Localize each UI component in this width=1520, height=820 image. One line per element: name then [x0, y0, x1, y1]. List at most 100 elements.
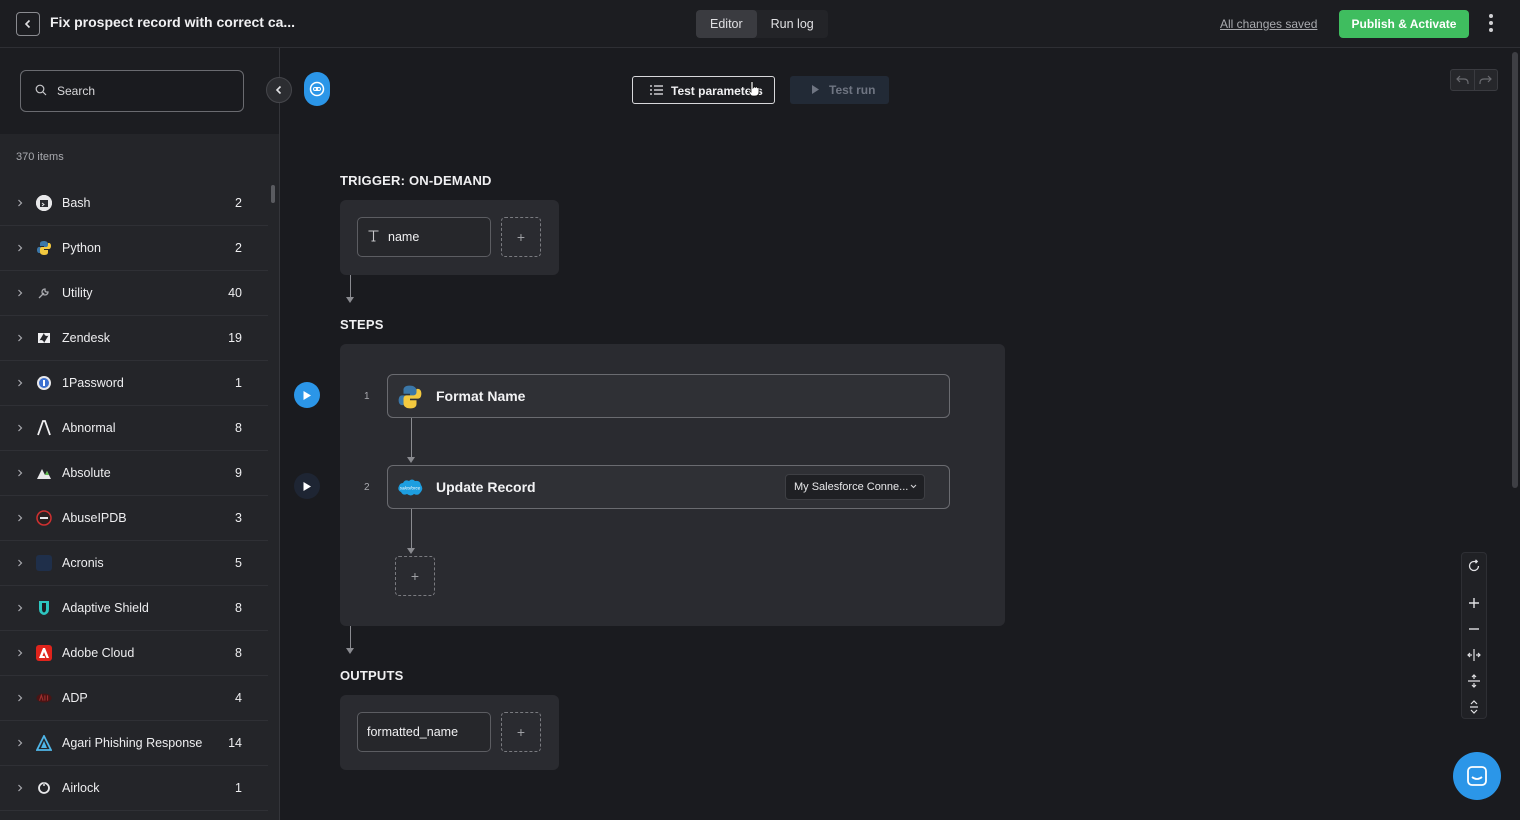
- step-card-update-record[interactable]: salesforce Update Record My Salesforce C…: [387, 465, 950, 509]
- trigger-card: name +: [340, 200, 559, 275]
- zendesk-logo: [36, 330, 52, 346]
- save-status-link[interactable]: All changes saved: [1220, 17, 1317, 31]
- chevron-right-icon: [18, 424, 23, 432]
- connector-line: [411, 418, 412, 457]
- list-item-adaptive-shield[interactable]: Adaptive Shield 8: [0, 586, 268, 631]
- integration-list: Bash 2 Python 2 Utility 40 Zendesk 19 1P…: [0, 181, 268, 811]
- connector-arrow: [407, 548, 415, 554]
- chevron-right-icon: [18, 649, 23, 657]
- integration-count: 40: [228, 286, 242, 300]
- list-item-acronis[interactable]: Acronis 5: [0, 541, 268, 586]
- search-area: [0, 48, 279, 134]
- expand-collapse-button[interactable]: [1462, 696, 1486, 718]
- integration-count: 2: [235, 241, 242, 255]
- list-item-adobe-cloud[interactable]: Adobe Cloud 8: [0, 631, 268, 676]
- undo-icon: [1455, 75, 1469, 84]
- tab-run-log[interactable]: Run log: [757, 10, 828, 38]
- integration-count: 5: [235, 556, 242, 570]
- zoom-in-button[interactable]: [1462, 592, 1486, 614]
- integration-name: Abnormal: [62, 421, 116, 435]
- chevron-left-icon: [275, 85, 282, 95]
- chevron-right-icon: [18, 469, 23, 477]
- integration-name: Python: [62, 241, 101, 255]
- refresh-icon: [1468, 559, 1480, 572]
- step-card-format-name[interactable]: Format Name: [387, 374, 950, 418]
- chevron-right-icon: [18, 784, 23, 792]
- tab-editor[interactable]: Editor: [696, 10, 757, 38]
- acronis-logo: [36, 555, 52, 571]
- chevron-left-icon: [24, 19, 31, 29]
- list-item-adp[interactable]: ADP 4: [0, 676, 268, 721]
- connection-select[interactable]: My Salesforce Conne...: [785, 474, 925, 500]
- chevron-right-icon: [18, 289, 23, 297]
- support-chat-button[interactable]: [1453, 752, 1501, 800]
- fit-height-button[interactable]: [1462, 670, 1486, 692]
- chat-icon: [1467, 766, 1487, 786]
- zoom-controls: [1461, 552, 1487, 719]
- fit-width-icon: [1467, 649, 1481, 661]
- integration-name: AbuseIPDB: [62, 511, 127, 525]
- adaptive-shield-logo: [36, 600, 52, 616]
- add-step-button[interactable]: +: [395, 556, 435, 596]
- zoom-out-button[interactable]: [1462, 618, 1486, 640]
- run-step-1-button[interactable]: [294, 382, 320, 408]
- run-step-2-button[interactable]: [294, 473, 320, 499]
- step-title: Update Record: [436, 479, 536, 495]
- integration-count: 14: [228, 736, 242, 750]
- connector-line: [350, 275, 351, 297]
- list-icon: [650, 85, 663, 95]
- collapse-sidebar-button[interactable]: [266, 77, 292, 103]
- list-item-1password[interactable]: 1Password 1: [0, 361, 268, 406]
- undo-redo-group: [1450, 69, 1498, 91]
- more-options-icon[interactable]: [1484, 14, 1498, 34]
- list-item-python[interactable]: Python 2: [0, 226, 268, 271]
- play-icon: [812, 85, 819, 94]
- test-run-label: Test run: [829, 83, 876, 97]
- canvas-scrollbar[interactable]: [1512, 52, 1518, 488]
- reset-view-button[interactable]: [1462, 555, 1486, 577]
- add-trigger-param-button[interactable]: +: [501, 217, 541, 257]
- chevron-right-icon: [18, 604, 23, 612]
- integration-count: 8: [235, 646, 242, 660]
- test-run-button[interactable]: Test run: [790, 76, 889, 104]
- trigger-heading: TRIGGER: ON-DEMAND: [340, 173, 492, 188]
- connection-value: My Salesforce Conne...: [794, 481, 909, 493]
- search-icon: [35, 84, 47, 96]
- fit-width-button[interactable]: [1462, 644, 1486, 666]
- integration-name: 1Password: [62, 376, 124, 390]
- workflow-title[interactable]: Fix prospect record with correct ca...: [50, 14, 295, 30]
- search-input[interactable]: [57, 81, 227, 101]
- output-field-chip[interactable]: formatted_name: [357, 712, 491, 752]
- add-output-button[interactable]: +: [501, 712, 541, 752]
- integration-count: 4: [235, 691, 242, 705]
- list-item-zendesk[interactable]: Zendesk 19: [0, 316, 268, 361]
- undo-button[interactable]: [1451, 70, 1474, 90]
- steps-heading: STEPS: [340, 317, 384, 332]
- integration-name: Airlock: [62, 781, 100, 795]
- list-item-utility[interactable]: Utility 40: [0, 271, 268, 316]
- text-type-icon: [368, 230, 379, 242]
- trigger-param-chip[interactable]: name: [357, 217, 491, 257]
- list-item-abnormal[interactable]: Abnormal 8: [0, 406, 268, 451]
- list-item-agari[interactable]: Agari Phishing Response 14: [0, 721, 268, 766]
- list-item-abuseipdb[interactable]: AbuseIPDB 3: [0, 496, 268, 541]
- python-logo: [36, 240, 52, 256]
- connector-arrow: [407, 457, 415, 463]
- integration-count: 19: [228, 331, 242, 345]
- sidebar-scrollbar[interactable]: [271, 185, 275, 203]
- publish-activate-button[interactable]: Publish & Activate: [1339, 10, 1469, 38]
- list-item-absolute[interactable]: Absolute 9: [0, 451, 268, 496]
- integration-name: Zendesk: [62, 331, 110, 345]
- chevron-down-icon: [910, 484, 917, 489]
- wrench-icon: [36, 285, 52, 301]
- integration-name: Utility: [62, 286, 93, 300]
- integration-name: Adobe Cloud: [62, 646, 135, 660]
- ai-assistant-icon[interactable]: [304, 72, 330, 106]
- list-item-bash[interactable]: Bash 2: [0, 181, 268, 226]
- search-box[interactable]: [20, 70, 244, 112]
- integration-name: ADP: [62, 691, 88, 705]
- back-button[interactable]: [16, 12, 40, 36]
- connector-arrow: [346, 648, 354, 654]
- list-item-airlock[interactable]: Airlock 1: [0, 766, 268, 811]
- redo-button[interactable]: [1473, 70, 1498, 90]
